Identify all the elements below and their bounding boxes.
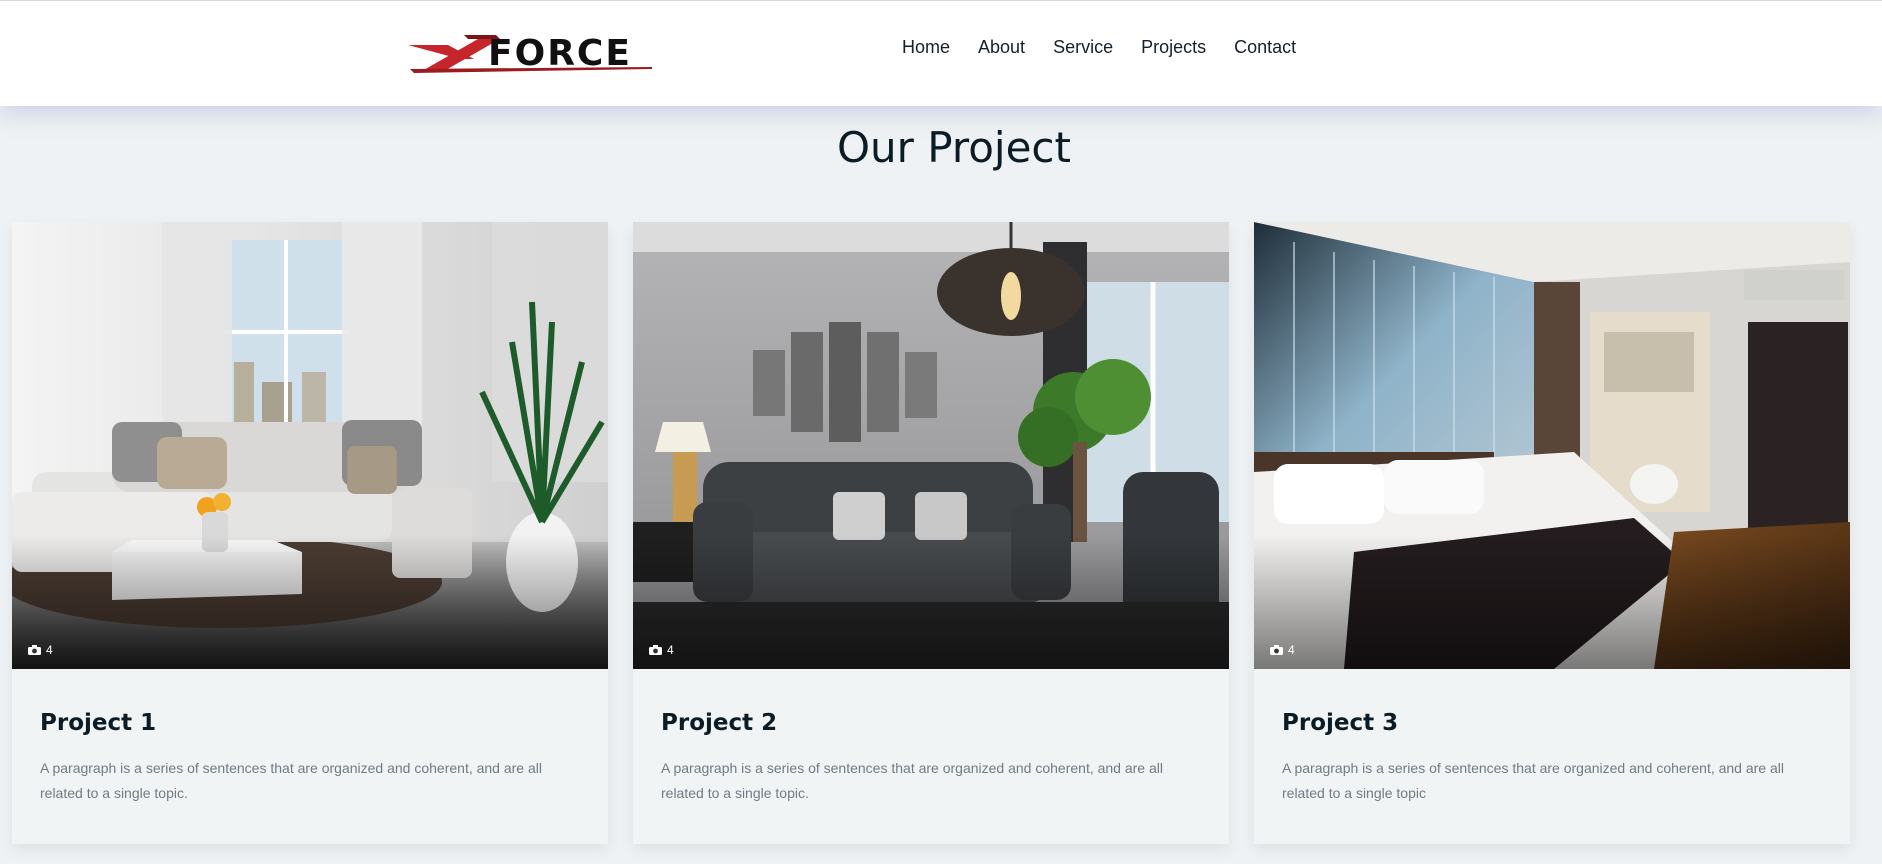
project-card-3[interactable]: 4 Project 3 A paragraph is a series of s… bbox=[1254, 222, 1850, 844]
project-card-2[interactable]: 4 Project 2 A paragraph is a series of s… bbox=[633, 222, 1229, 844]
site-header: FORCE Home About Service Projects Contac… bbox=[0, 0, 1882, 106]
project-title[interactable]: Project 2 bbox=[661, 710, 777, 736]
xforce-logo[interactable]: FORCE bbox=[408, 31, 658, 77]
page-title: Our Project bbox=[837, 123, 1071, 172]
project-image-2[interactable]: 4 bbox=[633, 222, 1229, 669]
photo-count: 4 bbox=[649, 643, 674, 657]
nav-projects[interactable]: Projects bbox=[1141, 35, 1206, 59]
living-room-image bbox=[633, 222, 1229, 669]
living-room-image bbox=[12, 222, 608, 669]
project-description: A paragraph is a series of sentences tha… bbox=[40, 760, 542, 801]
photo-count: 4 bbox=[1270, 643, 1295, 657]
photo-count-value: 4 bbox=[1288, 643, 1295, 657]
project-title[interactable]: Project 1 bbox=[40, 710, 156, 736]
nav-service[interactable]: Service bbox=[1053, 35, 1113, 59]
nav-home[interactable]: Home bbox=[902, 35, 950, 59]
project-card-1[interactable]: 4 Project 1 A paragraph is a series of s… bbox=[12, 222, 608, 844]
camera-icon bbox=[649, 645, 662, 655]
camera-icon bbox=[28, 645, 41, 655]
project-description: A paragraph is a series of sentences tha… bbox=[661, 760, 1163, 801]
nav-about[interactable]: About bbox=[978, 35, 1025, 59]
project-image-3[interactable]: 4 bbox=[1254, 222, 1850, 669]
nav-contact[interactable]: Contact bbox=[1234, 35, 1296, 59]
logo-text: FORCE bbox=[488, 33, 632, 74]
camera-icon bbox=[1270, 645, 1283, 655]
bedroom-image bbox=[1254, 222, 1850, 669]
main-nav: Home About Service Projects Contact bbox=[902, 35, 1324, 59]
photo-count-value: 4 bbox=[667, 643, 674, 657]
photo-count: 4 bbox=[28, 643, 53, 657]
project-title[interactable]: Project 3 bbox=[1282, 710, 1398, 736]
project-image-1[interactable]: 4 bbox=[12, 222, 608, 669]
project-description: A paragraph is a series of sentences tha… bbox=[1282, 760, 1784, 801]
photo-count-value: 4 bbox=[46, 643, 53, 657]
